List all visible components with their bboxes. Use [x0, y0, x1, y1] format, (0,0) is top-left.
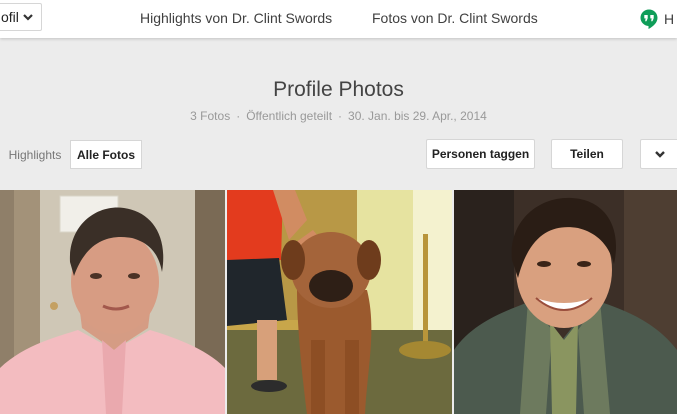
tag-people-button[interactable]: Personen taggen [426, 139, 535, 169]
photo-image [454, 190, 677, 414]
hangouts-button[interactable]: H [640, 9, 674, 29]
more-options-button[interactable] [640, 139, 677, 169]
photo-image [227, 190, 452, 414]
top-bar: ofil Highlights von Dr. Clint Swords Fot… [0, 0, 677, 38]
profile-select[interactable]: ofil [0, 3, 42, 31]
visibility-label[interactable]: Öffentlich geteilt [246, 109, 332, 123]
chevron-down-icon [23, 14, 33, 21]
chevron-down-icon [655, 151, 665, 158]
nav-highlights-link[interactable]: Highlights von Dr. Clint Swords [140, 10, 332, 26]
nav-photos-link[interactable]: Fotos von Dr. Clint Swords [372, 10, 538, 26]
photo-count: 3 Fotos [190, 109, 231, 123]
highlights-tab[interactable]: Highlights [0, 140, 70, 169]
profile-select-label: ofil [1, 9, 19, 25]
share-button[interactable]: Teilen [551, 139, 623, 169]
separator-dot: · [338, 109, 343, 123]
hangouts-label: H [664, 11, 675, 27]
photo-thumbnail[interactable] [227, 190, 452, 414]
photo-image [0, 190, 225, 414]
hangouts-icon [640, 9, 658, 29]
photo-thumbnail[interactable] [454, 190, 677, 414]
date-range: 30. Jan. bis 29. Apr., 2014 [348, 109, 487, 123]
separator-dot: · [236, 109, 241, 123]
album-meta: 3 Fotos · Öffentlich geteilt · 30. Jan. bis … [0, 109, 677, 123]
photo-thumbnail[interactable] [0, 190, 225, 414]
album-title: Profile Photos [273, 78, 404, 101]
all-photos-tab[interactable]: Alle Fotos [70, 140, 142, 169]
